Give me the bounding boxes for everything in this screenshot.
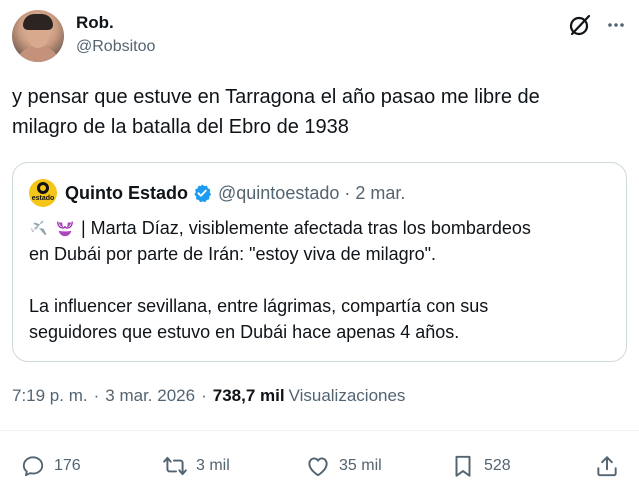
quoted-line: en Dubái por parte de Irán: "estoy viva …: [29, 241, 614, 267]
author-display-name[interactable]: Rob.: [76, 12, 155, 34]
reply-button[interactable]: 176: [20, 450, 81, 482]
bikini-icon: [57, 221, 73, 237]
bookmark-button[interactable]: 528: [450, 450, 511, 482]
like-button[interactable]: 35 mil: [305, 450, 382, 482]
quoted-tweet-header: estado Quinto Estado @quintoestado · 2 m…: [29, 179, 405, 207]
grok-icon[interactable]: [567, 12, 593, 38]
repost-button[interactable]: 3 mil: [162, 450, 230, 482]
author-handle[interactable]: @Robsitoo: [76, 36, 155, 58]
quoted-tweet-body: | Marta Díaz, visiblemente afectada tras…: [29, 215, 614, 345]
author-names: Rob. @Robsitoo: [76, 12, 155, 58]
heart-icon: [308, 457, 328, 477]
views-count[interactable]: 738,7 mil: [213, 386, 285, 406]
tweet-text: y pensar que estuve en Tarragona el año …: [12, 82, 622, 142]
airplane-icon: [30, 220, 47, 236]
quoted-line: seguidores que estuvo en Dubái hace apen…: [29, 319, 614, 345]
reply-icon: [22, 456, 44, 477]
logo-text: estado: [31, 195, 55, 202]
verified-badge-icon: [194, 184, 212, 203]
avatar-hair: [23, 14, 53, 30]
bookmark-count: 528: [484, 457, 511, 474]
post-date[interactable]: 3 mar. 2026: [105, 386, 195, 406]
repost-icon: [163, 456, 187, 476]
quoted-line: La influencer sevillana, entre lágrimas,…: [29, 293, 614, 319]
more-icon[interactable]: [605, 14, 627, 36]
tweet-text-line: milagro de la batalla del Ebro de 1938: [12, 116, 349, 138]
repost-count: 3 mil: [196, 457, 230, 474]
quoted-display-name: Quinto Estado: [65, 182, 188, 203]
quoted-text-line: en Dubái por parte de Irán: "estoy viva …: [29, 244, 436, 264]
quoted-handle: @quintoestado: [218, 182, 340, 203]
divider: [0, 430, 639, 431]
logo-ring: [37, 182, 49, 194]
share-icon: [597, 456, 617, 477]
quoted-text-line: La influencer sevillana, entre lágrimas,…: [29, 296, 489, 316]
separator-dot: ·: [344, 182, 351, 203]
views-label[interactable]: Visualizaciones: [289, 386, 406, 406]
post-time[interactable]: 7:19 p. m.: [12, 386, 88, 406]
share-button[interactable]: [594, 450, 620, 482]
bookmark-icon: [455, 455, 471, 477]
quoted-date: 2 mar.: [355, 182, 406, 203]
quoted-tweet[interactable]: estado Quinto Estado @quintoestado · 2 m…: [12, 162, 627, 362]
quoted-line: | Marta Díaz, visiblemente afectada tras…: [29, 215, 614, 241]
quoted-text-line: | Marta Díaz, visiblemente afectada tras…: [81, 218, 531, 238]
separator-dot: ·: [93, 386, 100, 405]
avatar-body: [16, 46, 60, 62]
quinto-estado-logo[interactable]: estado: [29, 179, 57, 207]
avatar[interactable]: [12, 10, 64, 62]
tweet-meta: 7:19 p. m. · 3 mar. 2026 · 738,7 mil Vis…: [12, 386, 405, 406]
reply-count: 176: [54, 457, 81, 474]
separator-dot: ·: [201, 386, 207, 405]
quoted-text-line: seguidores que estuvo en Dubái hace apen…: [29, 322, 460, 342]
like-count: 35 mil: [339, 457, 382, 474]
tweet-header: Rob. @Robsitoo: [12, 10, 627, 66]
tweet-text-line: y pensar que estuve en Tarragona el año …: [12, 86, 540, 108]
action-bar: 176 3 mil 35 mil 528: [0, 450, 639, 482]
